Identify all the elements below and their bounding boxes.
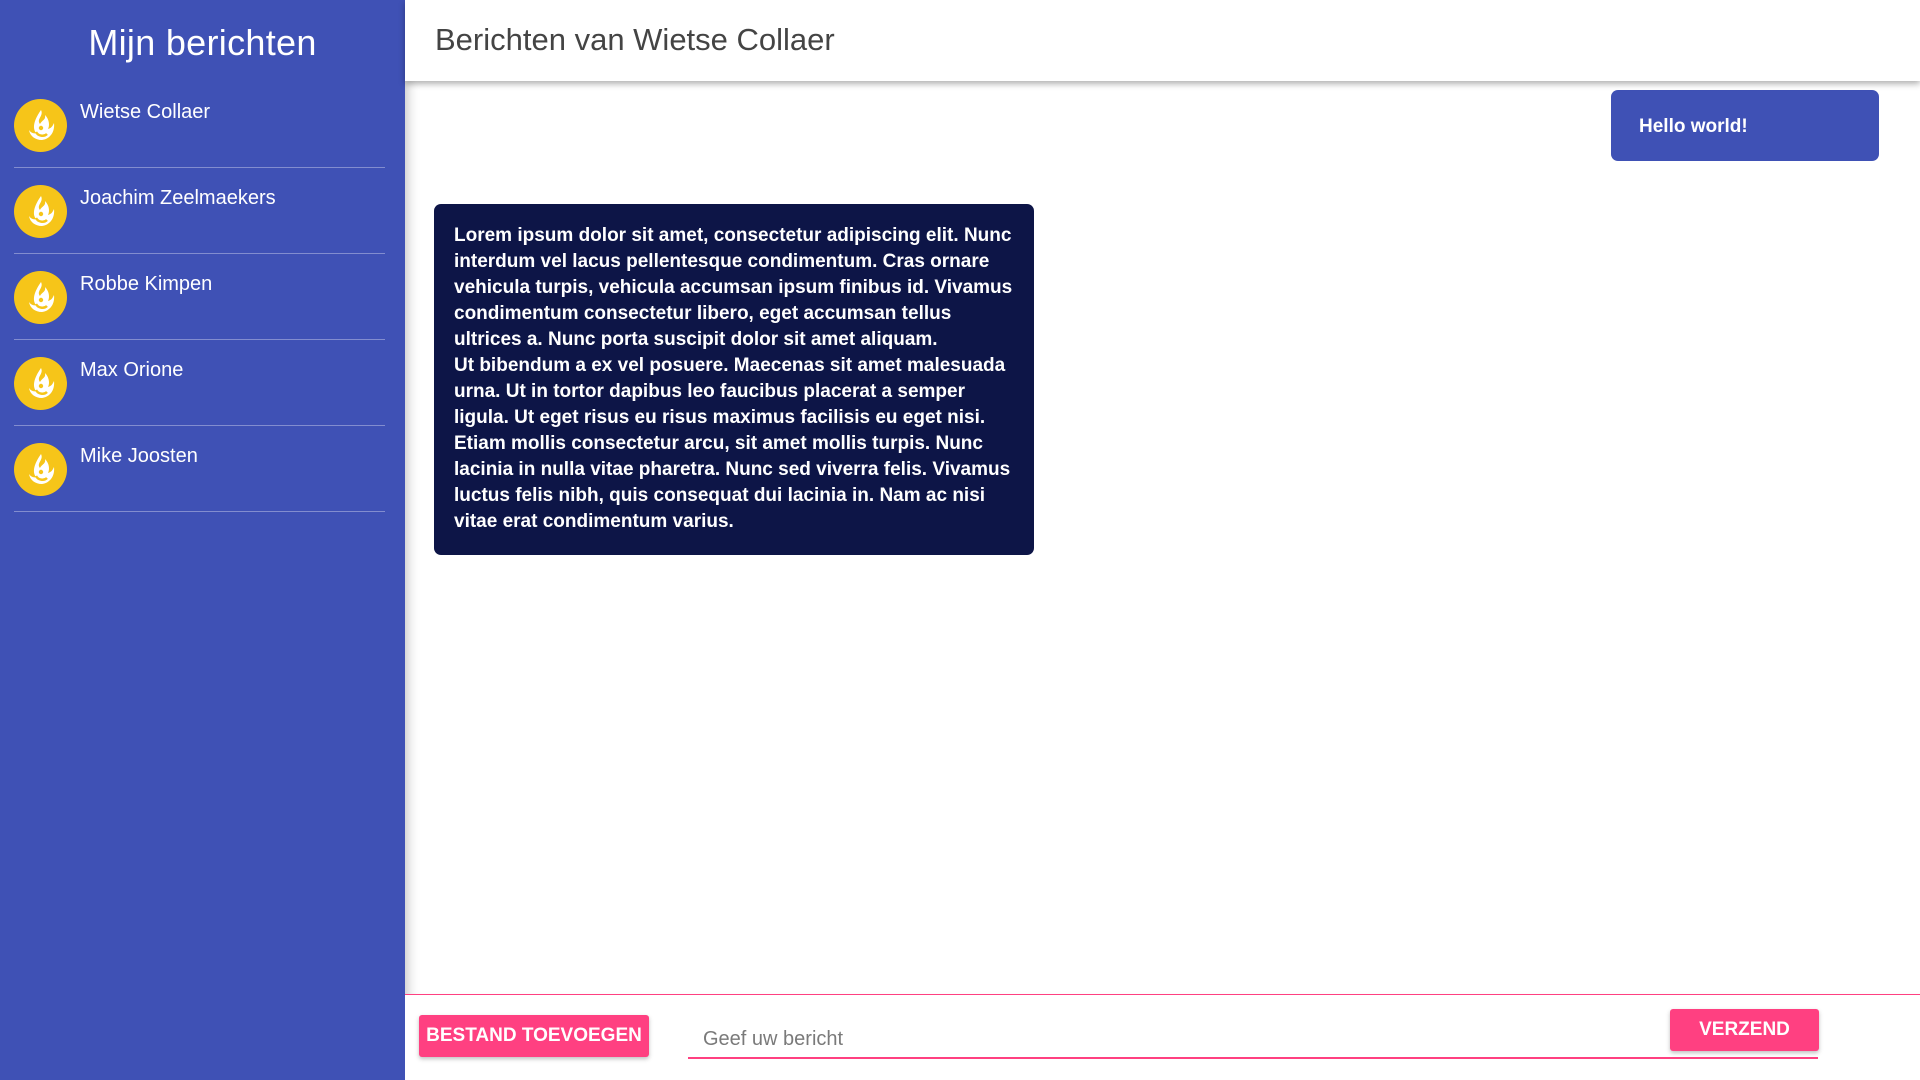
conversation-title: Berichten van Wietse Collaer bbox=[435, 21, 835, 57]
conversation-header: Berichten van Wietse Collaer bbox=[405, 0, 1920, 81]
flame-avatar-icon bbox=[14, 357, 67, 410]
contact-item-joachim-zeelmaekers[interactable]: Joachim Zeelmaekers bbox=[14, 168, 385, 254]
message-list[interactable]: Hello world! Lorem ipsum dolor sit amet,… bbox=[405, 81, 1920, 994]
contact-name: Wietse Collaer bbox=[80, 101, 211, 123]
outgoing-message: Hello world! bbox=[1611, 90, 1879, 161]
conversation-panel: Berichten van Wietse Collaer Hello world… bbox=[405, 0, 1920, 1080]
message-paragraph: Lorem ipsum dolor sit amet, consectetur … bbox=[454, 225, 1013, 350]
contact-name: Robbe Kimpen bbox=[80, 273, 213, 295]
sidebar: Mijn berichten Wietse Collaer Joachim Ze bbox=[0, 0, 405, 1080]
flame-avatar-icon bbox=[14, 99, 67, 152]
message-text: Hello world! bbox=[1639, 116, 1748, 137]
contact-item-mike-joosten[interactable]: Mike Joosten bbox=[14, 426, 385, 512]
add-file-button[interactable]: BESTAND TOEVOEGEN bbox=[419, 1015, 649, 1057]
message-paragraph: Ut bibendum a ex vel posuere. Maecenas s… bbox=[454, 355, 1011, 532]
sidebar-title: Mijn berichten bbox=[88, 22, 317, 63]
compose-bar: BESTAND TOEVOEGEN VERZEND bbox=[405, 994, 1920, 1080]
flame-avatar-icon bbox=[14, 271, 67, 324]
contact-item-robbe-kimpen[interactable]: Robbe Kimpen bbox=[14, 254, 385, 340]
incoming-message: Lorem ipsum dolor sit amet, consectetur … bbox=[434, 204, 1034, 555]
flame-avatar-icon bbox=[14, 185, 67, 238]
contact-item-wietse-collaer[interactable]: Wietse Collaer bbox=[14, 82, 385, 168]
contact-name: Mike Joosten bbox=[80, 445, 198, 467]
contact-item-max-orione[interactable]: Max Orione bbox=[14, 340, 385, 426]
contact-name: Max Orione bbox=[80, 359, 184, 381]
contact-name: Joachim Zeelmaekers bbox=[80, 187, 276, 209]
flame-avatar-icon bbox=[14, 443, 67, 496]
send-button[interactable]: VERZEND bbox=[1670, 1009, 1819, 1051]
contact-list: Wietse Collaer Joachim Zeelmaekers Robbe… bbox=[0, 82, 405, 512]
message-input[interactable] bbox=[688, 1019, 1818, 1059]
